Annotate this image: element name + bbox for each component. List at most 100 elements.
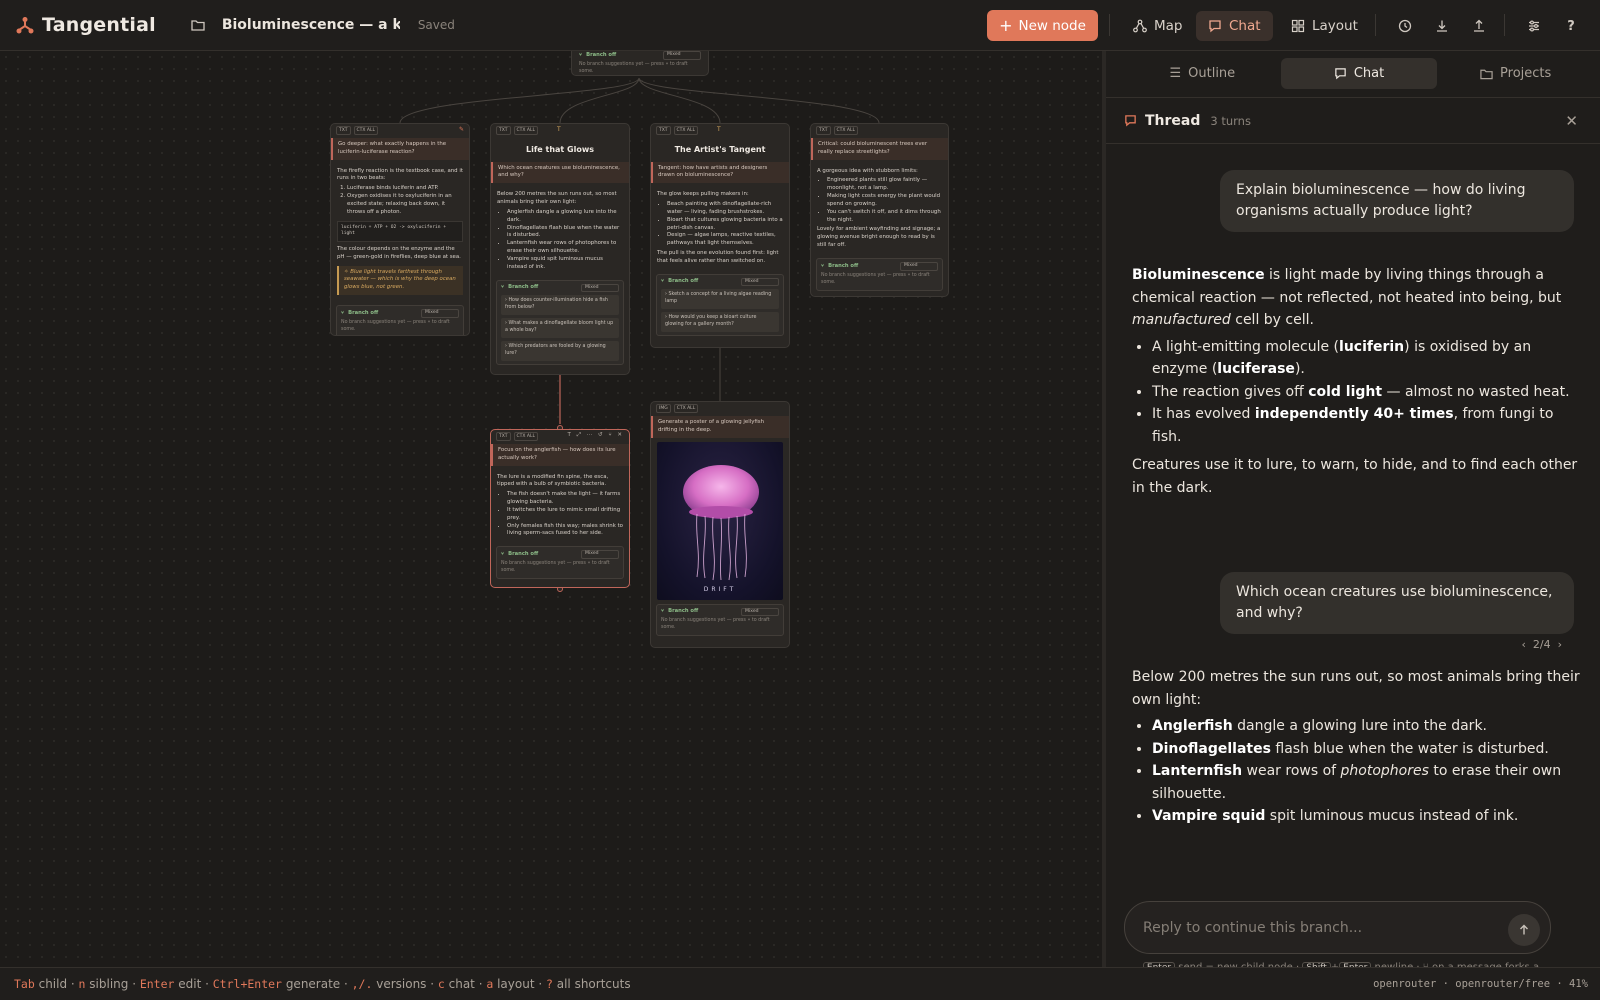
history-clock-icon[interactable] xyxy=(1394,15,1416,37)
title-t-icon[interactable]: T xyxy=(557,126,561,135)
shortcut-desc: sibling · xyxy=(85,977,140,991)
quote-text: Blue light travels farthest through seaw… xyxy=(344,268,456,291)
branch-label[interactable]: Branch off xyxy=(348,310,378,318)
mode-select[interactable]: Mixed xyxy=(421,309,459,318)
tab-chat[interactable]: Chat xyxy=(1280,58,1438,89)
node-header: IMG CTX ALL xyxy=(651,402,789,414)
shortcut-key: Ctrl+Enter xyxy=(212,977,282,991)
type-tag: TXT xyxy=(816,125,831,135)
branch-note: No branch suggestions yet — press ⑂ to d… xyxy=(341,319,450,332)
generated-image[interactable]: DRIFT xyxy=(657,441,783,600)
suggestion-text: What makes a dinoflagellate bloom light … xyxy=(505,321,614,334)
branch-label[interactable]: Branch off xyxy=(668,608,698,616)
node-title: Life that Glows xyxy=(525,145,594,154)
edge-line xyxy=(638,77,880,124)
app-logo[interactable]: Tangential xyxy=(16,14,156,36)
chevron-right-icon[interactable]: › xyxy=(1558,638,1562,651)
tab-projects[interactable]: Projects xyxy=(1437,58,1594,89)
list-item: Oxygen oxidises it to oxyluciferin in an… xyxy=(347,193,463,216)
send-arrow-icon[interactable] xyxy=(1508,914,1540,946)
branch-header: ⑂ Branch off Mixed xyxy=(661,277,779,287)
branch-label[interactable]: Branch off xyxy=(508,551,538,559)
new-node-label: New node xyxy=(1018,17,1086,34)
status-bar: Tab child · n sibling · Enter edit · Ctr… xyxy=(0,967,1600,1000)
node-text: The glow keeps pulling makers in: xyxy=(657,191,749,198)
map-label: Map xyxy=(1154,18,1183,34)
message-list[interactable]: Explain bioluminescence — how do living … xyxy=(1106,144,1600,901)
layout-button[interactable]: Layout xyxy=(1279,11,1370,41)
node-text: Lovely for ambient wayfinding and signag… xyxy=(817,226,941,249)
context-tag: CTX ALL xyxy=(673,403,699,413)
branch-note: No branch suggestions yet — press ⑂ to d… xyxy=(579,61,688,74)
user-message[interactable]: Which ocean creatures use bioluminescenc… xyxy=(1220,572,1574,634)
node-critical-streetlights[interactable]: TXT CTX ALL Critical: could bioluminescen… xyxy=(810,123,949,297)
branch-label[interactable]: Branch off xyxy=(508,284,538,292)
branch-suggestion[interactable]: › What makes a dinoflagellate bloom ligh… xyxy=(501,318,619,338)
help-button[interactable]: ? xyxy=(1560,15,1582,37)
mode-select[interactable]: Mixed xyxy=(663,51,701,60)
chat-button[interactable]: Chat xyxy=(1196,11,1273,41)
suggestion-text: Which predators are fooled by a glowing … xyxy=(505,344,606,356)
list-item: Vampire squid spit luminous mucus instea… xyxy=(507,256,623,272)
thread-bubble-icon xyxy=(1125,115,1136,127)
branch-icon: ⑂ xyxy=(661,608,665,615)
node-text: The pull is the one evolution found firs… xyxy=(657,250,779,264)
message-list-bullets: A light-emitting molecule (luciferin) is… xyxy=(1152,336,1580,449)
tab-label: Chat xyxy=(1353,66,1385,81)
branch-label[interactable]: Branch off xyxy=(828,263,858,271)
branch-suggestion[interactable]: › How does counter-illumination hide a f… xyxy=(501,295,619,316)
folder-icon[interactable] xyxy=(186,13,210,37)
image-caption: DRIFT xyxy=(703,585,737,593)
turn-count: 3 turns xyxy=(1210,113,1251,128)
list-item: Making light costs energy the plant woul… xyxy=(827,193,942,209)
node-artists-tangent[interactable]: TXT CTX ALL T The Artist's Tangent Tangent… xyxy=(650,123,790,348)
branch-label[interactable]: Branch off xyxy=(668,278,698,286)
node-body: The lure is a modified fin spine, the es… xyxy=(491,470,629,543)
node-header: TXT CTX ALL ✎ xyxy=(331,124,469,136)
download-icon[interactable] xyxy=(1431,15,1453,37)
new-node-button[interactable]: + New node xyxy=(987,10,1098,41)
context-tag: CTX ALL xyxy=(353,125,379,135)
branch-suggestion[interactable]: › How would you keep a bioart culture gl… xyxy=(661,312,779,333)
mode-select[interactable]: Mixed xyxy=(581,550,619,559)
settings-sliders-icon[interactable] xyxy=(1523,15,1545,37)
list-item: Lanternfish wear rows of photophores to … xyxy=(1152,760,1580,805)
node-anglerfish-lure[interactable]: TXT CTX ALL T ⤢ ⋯ ↺ ⑂ ✕ Focus on the angle… xyxy=(490,429,630,588)
tab-outline[interactable]: ☰ Outline xyxy=(1124,58,1281,89)
branch-box: ⑂ Branch off Mixed No branch suggestions y… xyxy=(576,51,704,75)
mode-select[interactable]: Mixed xyxy=(741,607,779,617)
list-item: Beach painting with dinoflagellate-rich … xyxy=(667,201,783,217)
title-t-icon[interactable]: T xyxy=(717,126,721,135)
shortcut-key: Enter xyxy=(139,977,175,991)
italic-text: manufactured xyxy=(1132,312,1231,328)
mode-select[interactable]: Mixed xyxy=(581,283,619,293)
map-button[interactable]: Map xyxy=(1121,11,1195,41)
map-canvas[interactable]: ⑂ Branch off Mixed No branch suggestions y… xyxy=(0,51,1102,967)
node-actions-icons[interactable]: T ⤢ ⋯ ↺ ⑂ ✕ xyxy=(567,432,624,440)
close-icon[interactable]: ✕ xyxy=(1565,112,1578,130)
node-life-that-glows[interactable]: TXT CTX ALL T Life that Glows Which ocean … xyxy=(490,123,630,375)
top-bar: Tangential Bioluminescence — a kn Saved … xyxy=(0,0,1600,51)
node-text: A gorgeous idea with stubborn limits: xyxy=(817,167,918,174)
chevron-left-icon[interactable]: ‹ xyxy=(1521,638,1525,651)
user-message[interactable]: Explain bioluminescence — how do living … xyxy=(1220,170,1574,232)
node-firefly-reaction[interactable]: TXT CTX ALL ✎ Go deeper: what exactly happ… xyxy=(330,123,470,336)
assistant-message[interactable]: Below 200 metres the sun runs out, so mo… xyxy=(1132,666,1580,834)
list-item: It twitches the lure to mimic small drif… xyxy=(507,507,623,523)
mode-select[interactable]: Mixed xyxy=(900,261,938,271)
app-name: Tangential xyxy=(42,14,156,36)
node-root-partial[interactable]: ⑂ Branch off Mixed No branch suggestions y… xyxy=(571,51,709,76)
branch-suggestion[interactable]: › Which predators are fooled by a glowin… xyxy=(501,341,619,361)
upload-icon[interactable] xyxy=(1468,15,1490,37)
pager-label: 2/4 xyxy=(1532,638,1551,651)
mode-select[interactable]: Mixed xyxy=(741,277,779,287)
version-pager[interactable]: ‹ 2/4 › xyxy=(1521,638,1562,651)
document-title[interactable]: Bioluminescence — a kn xyxy=(222,17,400,33)
edit-pencil-icon[interactable]: ✎ xyxy=(459,126,464,135)
branch-suggestion[interactable]: › Sketch a concept for a living algae re… xyxy=(661,289,779,310)
node-header: TXT CTX ALL T xyxy=(651,124,789,136)
assistant-message[interactable]: Bioluminescence is light made by living … xyxy=(1132,264,1580,499)
node-jellyfish-image[interactable]: IMG CTX ALL Generate a poster of a glowin… xyxy=(650,401,790,648)
branch-header: ⑂ Branch off Mixed xyxy=(821,261,938,271)
reply-input[interactable]: Reply to continue this branch... xyxy=(1124,901,1551,954)
